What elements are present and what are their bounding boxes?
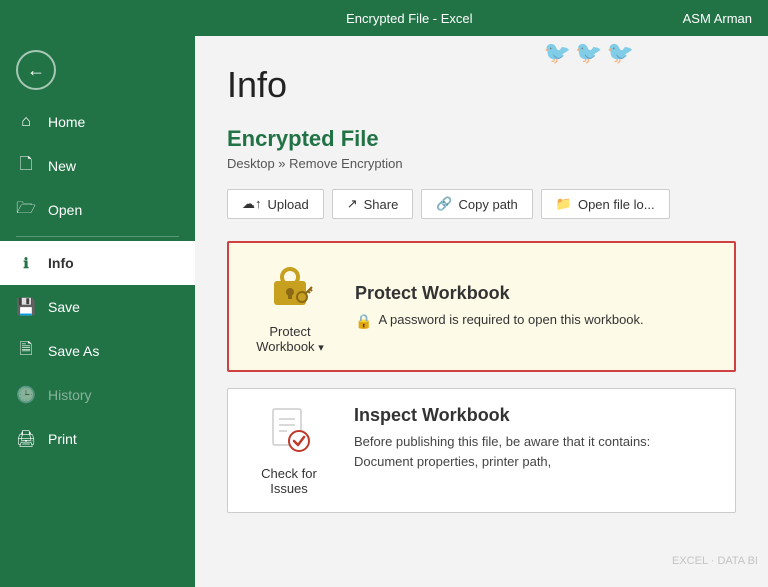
share-button[interactable]: ↗ Share — [332, 189, 414, 219]
copy-path-icon: 🔗 — [436, 196, 452, 212]
inspect-text-area: Inspect Workbook Before publishing this … — [354, 405, 719, 471]
protect-icon-area: Protect Workbook ▾ — [245, 259, 335, 354]
sidebar-item-info-label: Info — [48, 255, 74, 271]
top-bar: Encrypted File - Excel ASM Arman — [0, 0, 768, 36]
sidebar-item-save[interactable]: 💾 Save — [0, 285, 195, 329]
sidebar-item-new-label: New — [48, 158, 76, 174]
protect-workbook-icon — [264, 259, 316, 318]
sidebar-item-open[interactable]: 🗁 Open — [0, 188, 195, 232]
upload-icon: ☁↑ — [242, 196, 262, 212]
info-icon: ℹ — [16, 255, 36, 272]
content-area: 🐦🐦🐦 Info Encrypted File Desktop » Remove… — [195, 36, 768, 587]
action-buttons-bar: ☁↑ Upload ↗ Share 🔗 Copy path 📁 Open fil… — [227, 189, 736, 219]
open-icon: 🗁 — [16, 197, 36, 224]
print-icon: 🖨 — [16, 429, 36, 449]
new-icon: 🗋 — [16, 153, 36, 180]
history-icon: 🕒 — [16, 385, 36, 405]
page-title: Info — [227, 64, 736, 106]
sidebar-divider — [16, 236, 179, 237]
sidebar-item-open-label: Open — [48, 202, 82, 218]
open-file-location-label: Open file lo... — [578, 197, 655, 212]
main-layout: ← ⌂ Home 🗋 New 🗁 Open ℹ Info 💾 Save 🗎 Sa… — [0, 36, 768, 587]
sidebar-item-saveas[interactable]: 🗎 Save As — [0, 329, 195, 373]
sidebar-item-saveas-label: Save As — [48, 343, 99, 359]
top-bar-user: ASM Arman — [683, 11, 752, 26]
save-icon: 💾 — [16, 297, 36, 317]
inspect-icon-area: Check for Issues — [244, 405, 334, 496]
open-file-location-icon: 📁 — [556, 196, 572, 212]
upload-button[interactable]: ☁↑ Upload — [227, 189, 324, 219]
inspect-workbook-card: Check for Issues Inspect Workbook Before… — [227, 388, 736, 513]
protect-label: Protect Workbook ▾ — [256, 324, 323, 354]
inspect-workbook-icon — [265, 405, 313, 462]
protect-workbook-card: Protect Workbook ▾ Protect Workbook 🔒 A … — [227, 241, 736, 372]
share-label: Share — [364, 197, 399, 212]
copy-path-label: Copy path — [459, 197, 518, 212]
birds-decoration: 🐦🐦🐦 — [544, 40, 638, 66]
sidebar-item-print[interactable]: 🖨 Print — [0, 417, 195, 461]
inspect-workbook-description: Before publishing this file, be aware th… — [354, 432, 719, 471]
protect-workbook-description: A password is required to open this work… — [378, 312, 643, 327]
sidebar-item-print-label: Print — [48, 431, 77, 447]
sidebar-item-info[interactable]: ℹ Info — [0, 241, 195, 285]
copy-path-button[interactable]: 🔗 Copy path — [421, 189, 532, 219]
inspect-label: Check for Issues — [261, 466, 317, 496]
back-button[interactable]: ← — [16, 50, 56, 90]
sidebar-item-home[interactable]: ⌂ Home — [0, 100, 195, 144]
saveas-icon: 🗎 — [16, 338, 36, 365]
upload-label: Upload — [268, 197, 309, 212]
protect-text-area: Protect Workbook 🔒 A password is require… — [355, 283, 718, 330]
file-name: Encrypted File — [227, 126, 736, 152]
protect-desc-icon: 🔒 — [355, 313, 372, 330]
share-icon: ↗ — [347, 196, 358, 212]
open-file-location-button[interactable]: 📁 Open file lo... — [541, 189, 670, 219]
top-bar-title: Encrypted File - Excel — [136, 11, 683, 26]
sidebar: ← ⌂ Home 🗋 New 🗁 Open ℹ Info 💾 Save 🗎 Sa… — [0, 36, 195, 587]
protect-workbook-title: Protect Workbook — [355, 283, 718, 304]
inspect-workbook-title: Inspect Workbook — [354, 405, 719, 426]
sidebar-item-home-label: Home — [48, 114, 85, 130]
home-icon: ⌂ — [16, 113, 36, 131]
sidebar-item-new[interactable]: 🗋 New — [0, 144, 195, 188]
protect-workbook-desc: 🔒 A password is required to open this wo… — [355, 312, 718, 330]
sidebar-item-history: 🕒 History — [0, 373, 195, 417]
sidebar-item-history-label: History — [48, 387, 92, 403]
file-path: Desktop » Remove Encryption — [227, 156, 736, 171]
sidebar-item-save-label: Save — [48, 299, 80, 315]
